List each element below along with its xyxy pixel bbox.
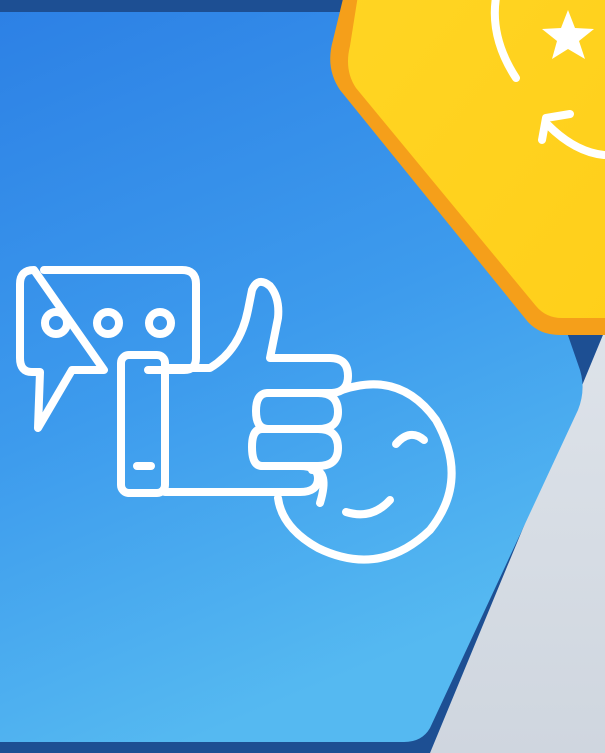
hexagon-feedback-graphic — [0, 0, 605, 753]
illustration — [0, 0, 605, 753]
